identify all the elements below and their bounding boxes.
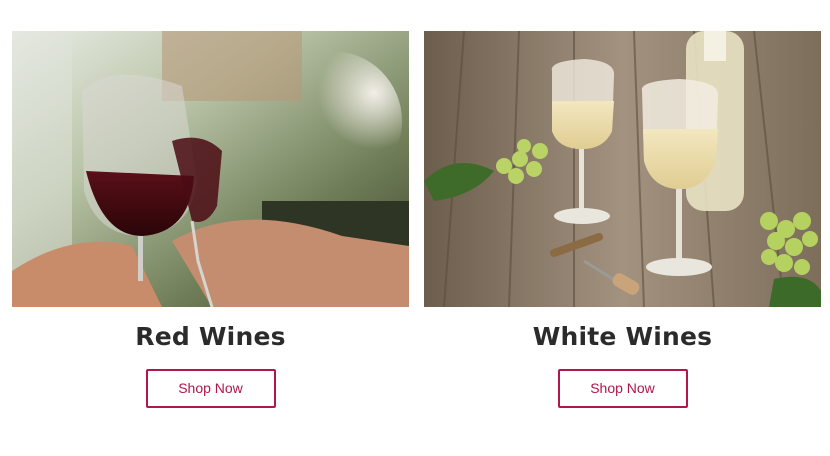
category-card-red-wines[interactable]: Red Wines Shop Now xyxy=(12,31,409,408)
category-title: Red Wines xyxy=(135,322,286,351)
shop-now-button[interactable]: Shop Now xyxy=(557,369,688,408)
category-card-white-wines[interactable]: White Wines Shop Now xyxy=(424,31,821,408)
shop-now-button[interactable]: Shop Now xyxy=(145,369,276,408)
white-wines-image[interactable] xyxy=(424,31,821,307)
category-title: White Wines xyxy=(532,322,713,351)
red-wines-image[interactable] xyxy=(12,31,409,307)
